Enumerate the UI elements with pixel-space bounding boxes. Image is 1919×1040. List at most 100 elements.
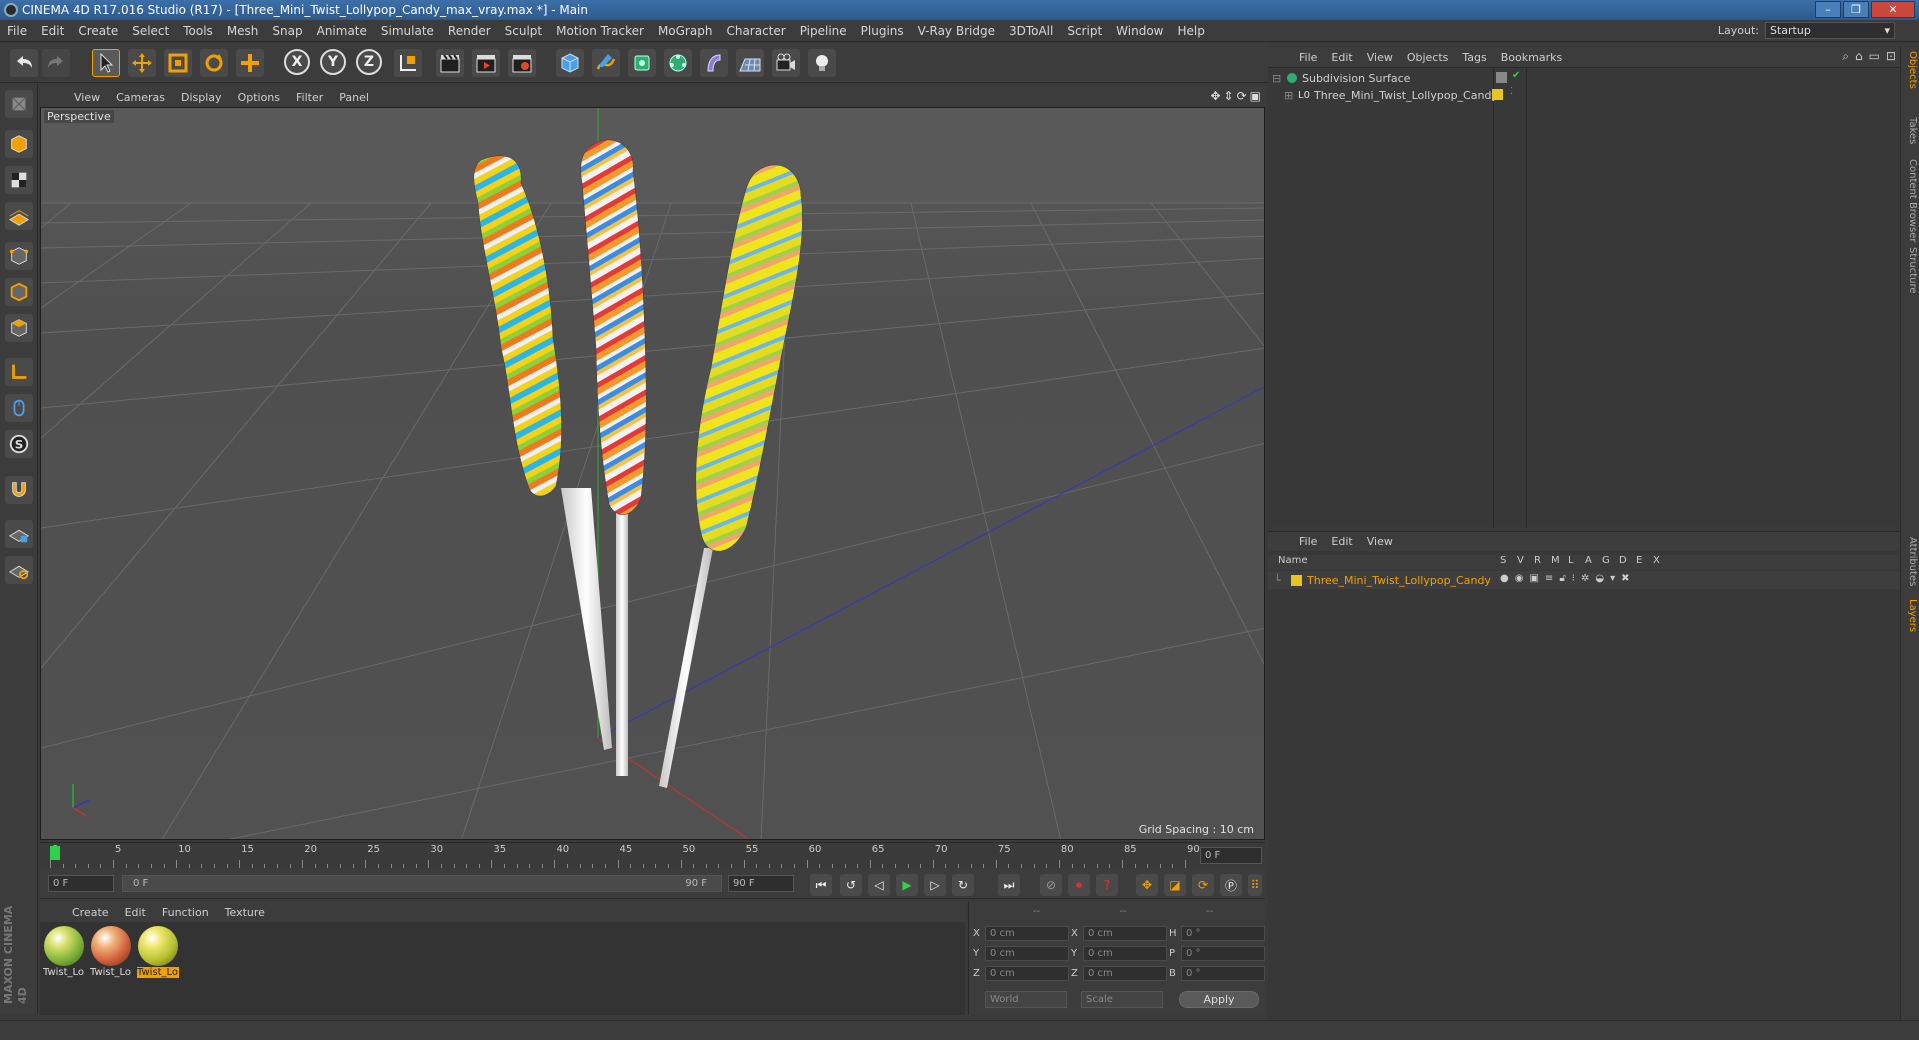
model-mode-button[interactable] [5, 130, 33, 158]
xref-icon[interactable]: ✖ [1621, 573, 1629, 584]
column-render[interactable]: R [1534, 555, 1541, 566]
apply-button[interactable]: Apply [1179, 991, 1259, 1008]
manager-icon[interactable]: ≡ [1545, 573, 1553, 584]
viewport-menu-panel[interactable]: Panel [331, 91, 377, 104]
y-axis-lock-button[interactable]: Y [320, 49, 346, 75]
position-z-field[interactable]: 0 cm [985, 966, 1069, 981]
position-y-field[interactable]: 0 cm [985, 946, 1069, 961]
go-to-end-button[interactable]: ⏭ [998, 874, 1020, 896]
column-deformers[interactable]: D [1619, 555, 1627, 566]
solo-dot-icon[interactable]: ● [1500, 573, 1509, 584]
magnet-button[interactable] [5, 476, 33, 504]
object-row-subdivision[interactable]: ⊟ Subdivision Surface ✔ [1272, 69, 1520, 87]
viewport-zoom-icon[interactable]: ⇕ [1224, 89, 1234, 103]
size-z-field[interactable]: 0 cm [1083, 966, 1167, 981]
layer-menu-view[interactable]: View [1360, 535, 1400, 548]
new-window-icon[interactable]: ⊡ [1886, 49, 1896, 64]
minimize-button[interactable]: – [1815, 1, 1841, 18]
viewport-move-icon[interactable]: ✥ [1210, 89, 1220, 103]
viewport-menu-options[interactable]: Options [230, 91, 288, 104]
scale-tool-button[interactable] [164, 49, 192, 77]
menu-pipeline[interactable]: Pipeline [793, 24, 854, 38]
column-locked[interactable]: L [1568, 555, 1574, 566]
layer-color-swatch[interactable] [1492, 89, 1503, 100]
collapse-icon[interactable]: ▭ [1869, 49, 1880, 64]
material-swatch[interactable]: Twist_Lo [43, 926, 85, 984]
redo-button[interactable] [42, 49, 70, 77]
rotation-b-field[interactable]: 0 ° [1181, 966, 1265, 981]
rotate-tool-button[interactable] [200, 49, 228, 77]
menu-mesh[interactable]: Mesh [220, 24, 266, 38]
viewport-menu-view[interactable]: View [66, 91, 108, 104]
timeline-ruler[interactable]: 051015202530354045505560657075808590 0 F [40, 842, 1265, 868]
position-x-field[interactable]: 0 cm [985, 926, 1069, 941]
record-button[interactable]: ⏺ [1068, 874, 1090, 896]
transform-tool-button[interactable] [236, 49, 264, 77]
menu-help[interactable]: Help [1170, 24, 1211, 38]
polygons-mode-button[interactable] [5, 314, 33, 342]
next-frame-button[interactable]: ▷ [924, 874, 946, 896]
maximize-button[interactable]: ❐ [1843, 1, 1869, 18]
view-eye-icon[interactable]: ◉ [1515, 573, 1524, 584]
menu-mograph[interactable]: MoGraph [651, 24, 720, 38]
rotation-h-field[interactable]: 0 ° [1181, 926, 1265, 941]
visibility-dots-icon[interactable]: ⁚ [1510, 86, 1513, 97]
axis-mode-button[interactable] [5, 358, 33, 386]
next-key-button[interactable]: ↻ [952, 874, 974, 896]
key-parameter-button[interactable]: Ⓟ [1220, 874, 1242, 896]
object-menu-tags[interactable]: Tags [1455, 51, 1493, 64]
enabled-check-icon[interactable]: ✔ [1512, 70, 1520, 81]
key-rotation-button[interactable]: ⟳ [1192, 874, 1214, 896]
previous-frame-button[interactable]: ◁ [868, 874, 890, 896]
material-swatch-selected[interactable]: Twist_Lo [137, 926, 179, 984]
coordinate-mode-dropdown[interactable]: Scale [1081, 991, 1163, 1008]
tab-objects[interactable]: Objects [1903, 51, 1918, 89]
tweak-mode-button[interactable] [5, 394, 33, 422]
expression-icon[interactable]: ▾ [1610, 573, 1615, 584]
coordinate-system-button[interactable] [394, 49, 422, 77]
menu-3dtoall[interactable]: 3DToAll [1002, 24, 1060, 38]
layer-row[interactable]: └ Three_Mini_Twist_Lollypop_Candy ● ◉ ▣ … [1268, 571, 1900, 589]
key-scale-button[interactable]: ◪ [1164, 874, 1186, 896]
expand-toggle-icon[interactable]: ⊟ [1272, 72, 1282, 85]
frame-range-slider[interactable]: 0 F 90 F [122, 875, 722, 892]
menu-motion-tracker[interactable]: Motion Tracker [549, 24, 651, 38]
menu-simulate[interactable]: Simulate [374, 24, 441, 38]
viewport-camera-label[interactable]: Perspective [44, 110, 114, 123]
viewport-rotate-icon[interactable]: ⟳ [1237, 89, 1247, 103]
menu-script[interactable]: Script [1060, 24, 1109, 38]
end-frame-field[interactable]: 0 F [1200, 847, 1262, 864]
deformer-icon[interactable]: ◒ [1595, 573, 1604, 584]
menu-plugins[interactable]: Plugins [854, 24, 911, 38]
material-menu-edit[interactable]: Edit [117, 906, 154, 919]
add-mograph-button[interactable] [664, 49, 692, 77]
menu-tools[interactable]: Tools [176, 24, 220, 38]
key-position-button[interactable]: ✥ [1136, 874, 1158, 896]
make-editable-button[interactable] [5, 90, 33, 118]
viewport-menu-filter[interactable]: Filter [288, 91, 331, 104]
perspective-viewport[interactable]: Perspective Grid Spacing : 10 cm [40, 107, 1265, 840]
layer-tag-icon[interactable] [1496, 72, 1507, 83]
max-frame-field[interactable]: 90 F [728, 875, 794, 892]
add-deformer-button[interactable] [700, 49, 728, 77]
search-icon[interactable]: ⌕ [1842, 49, 1849, 64]
menu-create[interactable]: Create [71, 24, 125, 38]
object-menu-bookmarks[interactable]: Bookmarks [1494, 51, 1569, 64]
move-tool-button[interactable] [128, 49, 156, 77]
column-xref[interactable]: X [1653, 555, 1660, 566]
points-mode-button[interactable] [5, 242, 33, 270]
column-generators[interactable]: G [1602, 555, 1610, 566]
material-menu-create[interactable]: Create [64, 906, 117, 919]
add-cube-button[interactable] [556, 49, 584, 77]
object-menu-view[interactable]: View [1360, 51, 1400, 64]
menu-animate[interactable]: Animate [310, 24, 374, 38]
material-menu-function[interactable]: Function [154, 906, 217, 919]
rotation-p-field[interactable]: 0 ° [1181, 946, 1265, 961]
layer-menu-file[interactable]: File [1292, 535, 1324, 548]
texture-mode-button[interactable] [5, 166, 33, 194]
lock-icon[interactable]: 🔓︎ [1559, 573, 1565, 584]
expand-toggle-icon[interactable]: ⊞ [1284, 89, 1294, 102]
motion-path-button[interactable]: ⊘ [1040, 874, 1062, 896]
menu-sculpt[interactable]: Sculpt [498, 24, 549, 38]
menu-vray-bridge[interactable]: V-Ray Bridge [911, 24, 1002, 38]
